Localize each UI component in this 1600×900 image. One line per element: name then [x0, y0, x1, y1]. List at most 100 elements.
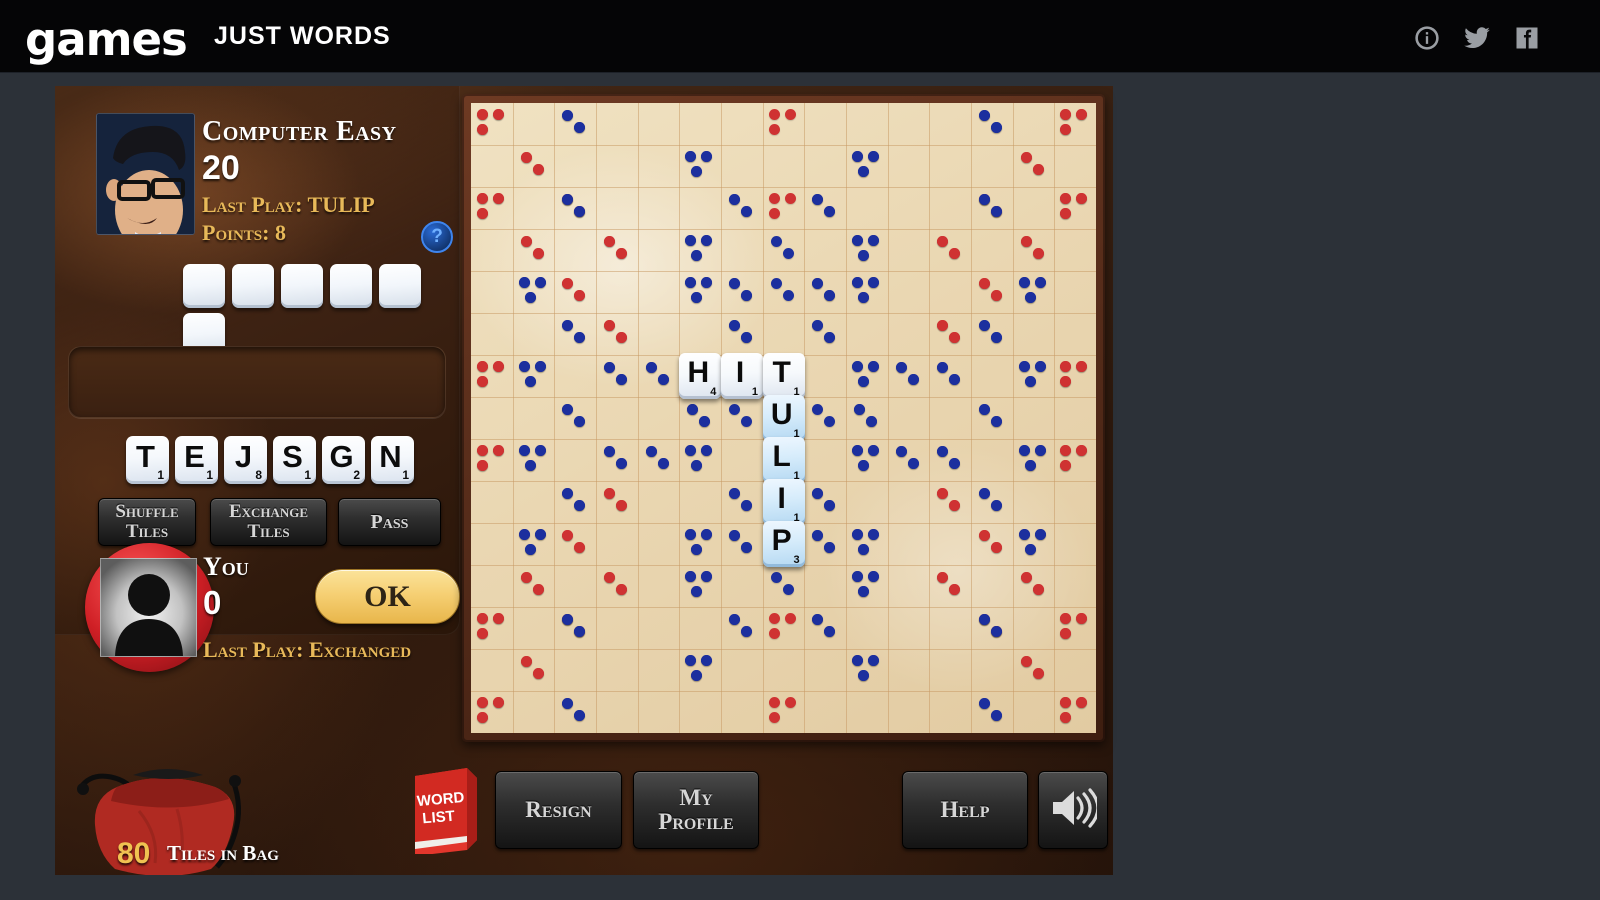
board-bonus-square-dl[interactable]	[554, 607, 596, 649]
board-bonus-square-tw[interactable]	[1054, 691, 1096, 733]
board-bonus-square-tw[interactable]	[763, 607, 805, 649]
board-bonus-square-dw[interactable]	[1013, 649, 1055, 691]
board-bonus-square-dl[interactable]	[721, 187, 763, 229]
board-bonus-square-tl[interactable]	[679, 439, 721, 481]
board-bonus-square-tw[interactable]	[763, 187, 805, 229]
board-bonus-square-tl[interactable]	[513, 355, 555, 397]
board-bonus-square-dw[interactable]	[929, 565, 971, 607]
board-bonus-square-dw[interactable]	[513, 565, 555, 607]
board-bonus-square-tw[interactable]	[1054, 355, 1096, 397]
board-bonus-square-dl[interactable]	[554, 691, 596, 733]
board-bonus-square-tl[interactable]	[846, 439, 888, 481]
board-bonus-square-dw[interactable]	[1013, 229, 1055, 271]
tile-staging-tray[interactable]	[68, 346, 446, 418]
board-bonus-square-tl[interactable]	[513, 439, 555, 481]
board-bonus-square-dl[interactable]	[804, 397, 846, 439]
board-bonus-square-dl[interactable]	[804, 481, 846, 523]
board-tile[interactable]: I1	[762, 479, 805, 525]
rack-tile[interactable]: S1	[273, 436, 316, 484]
board-tile[interactable]: U1	[762, 395, 805, 441]
board-bonus-square-dl[interactable]	[679, 397, 721, 439]
board-bonus-square-dl[interactable]	[971, 397, 1013, 439]
board-bonus-square-tw[interactable]	[1054, 187, 1096, 229]
board-bonus-square-tl[interactable]	[846, 145, 888, 187]
board-bonus-square-dw[interactable]	[1013, 565, 1055, 607]
board-bonus-square-tw[interactable]	[471, 439, 513, 481]
board-bonus-square-tw[interactable]	[763, 103, 805, 145]
board-bonus-square-tl[interactable]	[846, 271, 888, 313]
board-bonus-square-dl[interactable]	[763, 565, 805, 607]
shuffle-tiles-button[interactable]: Shuffle Tiles	[98, 498, 196, 546]
board-bonus-square-dl[interactable]	[804, 271, 846, 313]
board-bonus-square-dl[interactable]	[554, 481, 596, 523]
board-bonus-square-tw[interactable]	[471, 355, 513, 397]
ok-button[interactable]: OK	[315, 569, 460, 624]
board-bonus-square-tl[interactable]	[846, 229, 888, 271]
board-bonus-square-dl[interactable]	[721, 481, 763, 523]
board-bonus-square-dw[interactable]	[929, 313, 971, 355]
facebook-icon[interactable]	[1513, 24, 1541, 52]
board-bonus-square-dl[interactable]	[554, 187, 596, 229]
board-bonus-square-tl[interactable]	[1013, 523, 1055, 565]
board-tile[interactable]: H4	[679, 353, 722, 399]
board-bonus-square-dw[interactable]	[596, 229, 638, 271]
board-bonus-square-dl[interactable]	[638, 439, 680, 481]
info-icon[interactable]	[1413, 24, 1441, 52]
exchange-tiles-button[interactable]: Exchange Tiles	[210, 498, 327, 546]
word-list-button[interactable]: WORD LIST	[405, 764, 483, 856]
board-bonus-square-dl[interactable]	[929, 439, 971, 481]
board-bonus-square-dw[interactable]	[513, 229, 555, 271]
board-bonus-square-dl[interactable]	[721, 607, 763, 649]
board-bonus-square-tl[interactable]	[846, 565, 888, 607]
board-bonus-square-dw[interactable]	[929, 229, 971, 271]
board-bonus-square-dl[interactable]	[971, 691, 1013, 733]
board-tile[interactable]: L1	[762, 437, 805, 483]
board-bonus-square-dw[interactable]	[513, 145, 555, 187]
board-bonus-square-tl[interactable]	[679, 271, 721, 313]
resign-button[interactable]: Resign	[495, 771, 622, 849]
board-bonus-square-dw[interactable]	[596, 565, 638, 607]
board-bonus-square-dl[interactable]	[804, 607, 846, 649]
board-bonus-square-dl[interactable]	[971, 481, 1013, 523]
board-bonus-square-tw[interactable]	[1054, 103, 1096, 145]
board-bonus-square-dl[interactable]	[971, 607, 1013, 649]
board-bonus-square-tl[interactable]	[679, 565, 721, 607]
board-bonus-square-dl[interactable]	[763, 271, 805, 313]
board-bonus-square-tw[interactable]	[1054, 607, 1096, 649]
board-bonus-square-dl[interactable]	[721, 523, 763, 565]
rack-tile[interactable]: G2	[322, 436, 365, 484]
board-bonus-square-tw[interactable]	[471, 187, 513, 229]
board-bonus-square-tl[interactable]	[679, 145, 721, 187]
help-question-icon[interactable]: ?	[421, 221, 453, 253]
board-bonus-square-tl[interactable]	[679, 523, 721, 565]
board-bonus-square-dl[interactable]	[721, 313, 763, 355]
board-bonus-square-dl[interactable]	[846, 397, 888, 439]
board-bonus-square-tl[interactable]	[679, 649, 721, 691]
board-bonus-square-dl[interactable]	[804, 523, 846, 565]
board-tile[interactable]: I1	[721, 353, 763, 399]
board-bonus-square-tl[interactable]	[513, 271, 555, 313]
player-tile-rack[interactable]: T1E1J8S1G2N1	[126, 436, 420, 489]
board-bonus-square-dl[interactable]	[888, 355, 930, 397]
pass-button[interactable]: Pass	[338, 498, 441, 546]
board-tile[interactable]: T1	[762, 353, 805, 399]
board-bonus-square-dl[interactable]	[763, 229, 805, 271]
rack-tile[interactable]: J8	[224, 436, 267, 484]
board-bonus-square-dl[interactable]	[554, 103, 596, 145]
board-bonus-square-dw[interactable]	[971, 523, 1013, 565]
game-board[interactable]: H4I1T1U1L1I1P3	[471, 103, 1096, 733]
board-bonus-square-tl[interactable]	[846, 649, 888, 691]
board-bonus-square-dl[interactable]	[554, 397, 596, 439]
board-bonus-square-dw[interactable]	[596, 481, 638, 523]
board-bonus-square-dw[interactable]	[596, 313, 638, 355]
board-bonus-square-dw[interactable]	[554, 271, 596, 313]
board-bonus-square-dl[interactable]	[804, 187, 846, 229]
rack-tile[interactable]: E1	[175, 436, 218, 484]
board-bonus-square-tw[interactable]	[1054, 439, 1096, 481]
board-bonus-square-tl[interactable]	[679, 229, 721, 271]
board-bonus-square-tw[interactable]	[471, 607, 513, 649]
board-bonus-square-dl[interactable]	[554, 313, 596, 355]
board-bonus-square-tl[interactable]	[1013, 271, 1055, 313]
board-bonus-square-tw[interactable]	[763, 691, 805, 733]
board-bonus-square-tw[interactable]	[471, 691, 513, 733]
